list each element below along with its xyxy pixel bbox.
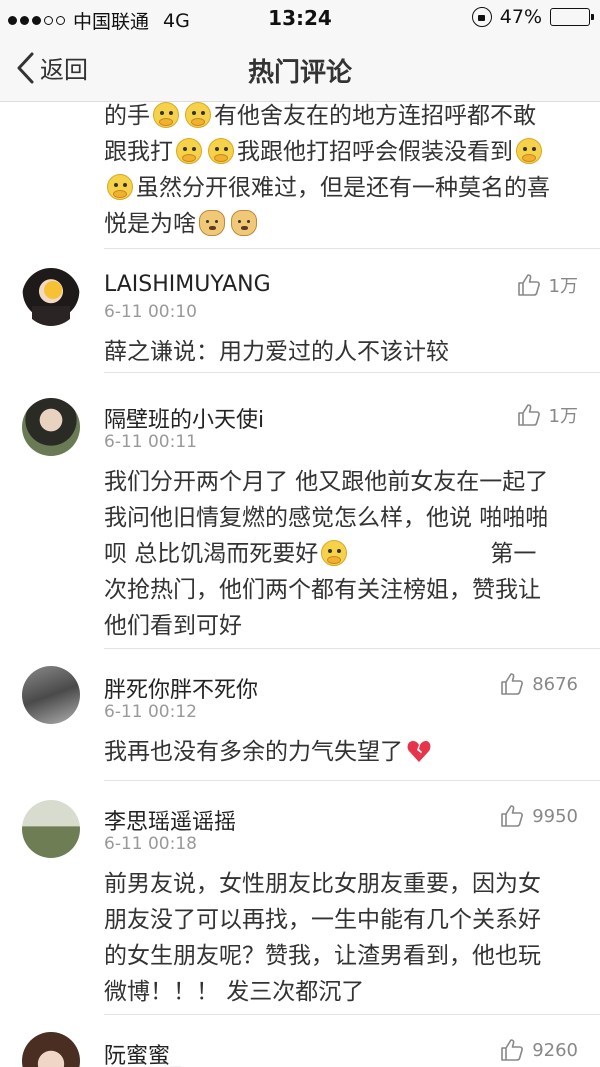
hand-over-mouth-emoji — [185, 102, 211, 128]
comment-time: 6-11 00:10 — [104, 302, 197, 322]
comment-item[interactable]: 胖死你胖不死你 6-11 00:12 8676 我再也没有多余的力气失望了 — [0, 648, 600, 780]
comment-fragment: 的手 有他舍友在的地方连招呼都不敢 跟我打 我跟他打招呼会假装没看到 虽然分开很难过… — [104, 98, 550, 242]
comment-item[interactable]: LAISHIMUYANG 6-11 00:10 1万 薛之谦说：用力爱过的人不该… — [0, 248, 600, 372]
avatar[interactable] — [22, 398, 80, 456]
hand-over-mouth-emoji — [176, 138, 202, 164]
like-count: 8676 — [532, 673, 578, 695]
hand-over-mouth-emoji — [516, 138, 542, 164]
hand-over-mouth-emoji — [107, 174, 133, 200]
fragment-line-4: 悦是为啥 — [104, 206, 550, 242]
like-button[interactable]: 1万 — [517, 272, 578, 298]
like-count: 9950 — [532, 805, 578, 827]
comment-time: 6-11 00:11 — [104, 432, 197, 452]
avatar[interactable] — [22, 268, 80, 326]
fragment-line-2: 跟我打 我跟他打招呼会假装没看到 — [104, 134, 550, 170]
like-button[interactable]: 1万 — [517, 402, 578, 428]
hand-over-mouth-emoji — [208, 138, 234, 164]
page-title: 热门评论 — [247, 58, 352, 88]
battery-percent: 47% — [499, 6, 542, 28]
thumbs-up-icon — [517, 274, 540, 296]
comment-item[interactable]: 阮蜜蜜_ 9260 — [0, 1014, 600, 1067]
hand-over-mouth-emoji — [153, 102, 179, 128]
nav-bar: 返回 热门评论 — [0, 36, 600, 102]
username[interactable]: 胖死你胖不死你 — [104, 672, 258, 704]
like-count: 1万 — [548, 406, 578, 427]
username[interactable]: 阮蜜蜜_ — [104, 1038, 181, 1067]
username[interactable]: 李思瑶遥谣摇 — [104, 804, 236, 836]
doge-emoji — [231, 210, 257, 236]
like-button[interactable]: 9260 — [500, 1038, 578, 1062]
thumbs-up-icon — [517, 404, 540, 426]
thumbs-up-icon — [501, 673, 524, 695]
comment-item[interactable]: 李思瑶遥谣摇 6-11 00:18 9950 前男友说，女性朋友比女朋友重要，因… — [0, 780, 600, 1014]
comment-text: 我们分开两个月了 他又跟他前女友在一起了 我问他旧情复燃的感觉怎么样，他说 啪啪… — [104, 469, 549, 639]
rotation-lock-icon — [471, 7, 492, 27]
thumbs-up-icon — [501, 1039, 524, 1061]
status-bar: 中国联通 4G 13:24 47% — [0, 0, 600, 36]
comment-text: 前男友说，女性朋友比女朋友重要，因为女 朋友没了可以再找，一生中能有几个关系好 … — [104, 871, 541, 1005]
avatar[interactable] — [22, 1032, 80, 1067]
like-count: 9260 — [532, 1039, 578, 1061]
battery-icon — [550, 8, 594, 26]
comment-time: 6-11 00:12 — [104, 702, 197, 722]
like-count: 1万 — [548, 276, 578, 297]
fragment-line-3: 虽然分开很难过，但是还有一种莫名的喜 — [104, 170, 550, 206]
comment-text: 我再也没有多余的力气失望了 — [104, 734, 435, 770]
comment-item[interactable]: 隔壁班的小天使i 6-11 00:11 1万 我们分开两个月了 他又跟他前女友在… — [0, 372, 600, 648]
comment-text: 薛之谦说：用力爱过的人不该计较 — [104, 339, 449, 365]
avatar[interactable] — [22, 800, 80, 858]
hand-over-mouth-emoji — [321, 540, 348, 566]
broken-heart-emoji — [406, 738, 432, 764]
avatar[interactable] — [22, 666, 80, 724]
doge-emoji — [199, 210, 225, 236]
like-button[interactable]: 8676 — [500, 672, 578, 696]
like-button[interactable]: 9950 — [500, 804, 578, 828]
username[interactable]: 隔壁班的小天使i — [104, 402, 264, 434]
comment-time: 6-11 00:18 — [104, 834, 197, 854]
username[interactable]: LAISHIMUYANG — [104, 272, 271, 297]
thumbs-up-icon — [501, 805, 524, 827]
fragment-line-1: 的手 有他舍友在的地方连招呼都不敢 — [104, 102, 536, 129]
status-right: 47% — [471, 6, 594, 28]
